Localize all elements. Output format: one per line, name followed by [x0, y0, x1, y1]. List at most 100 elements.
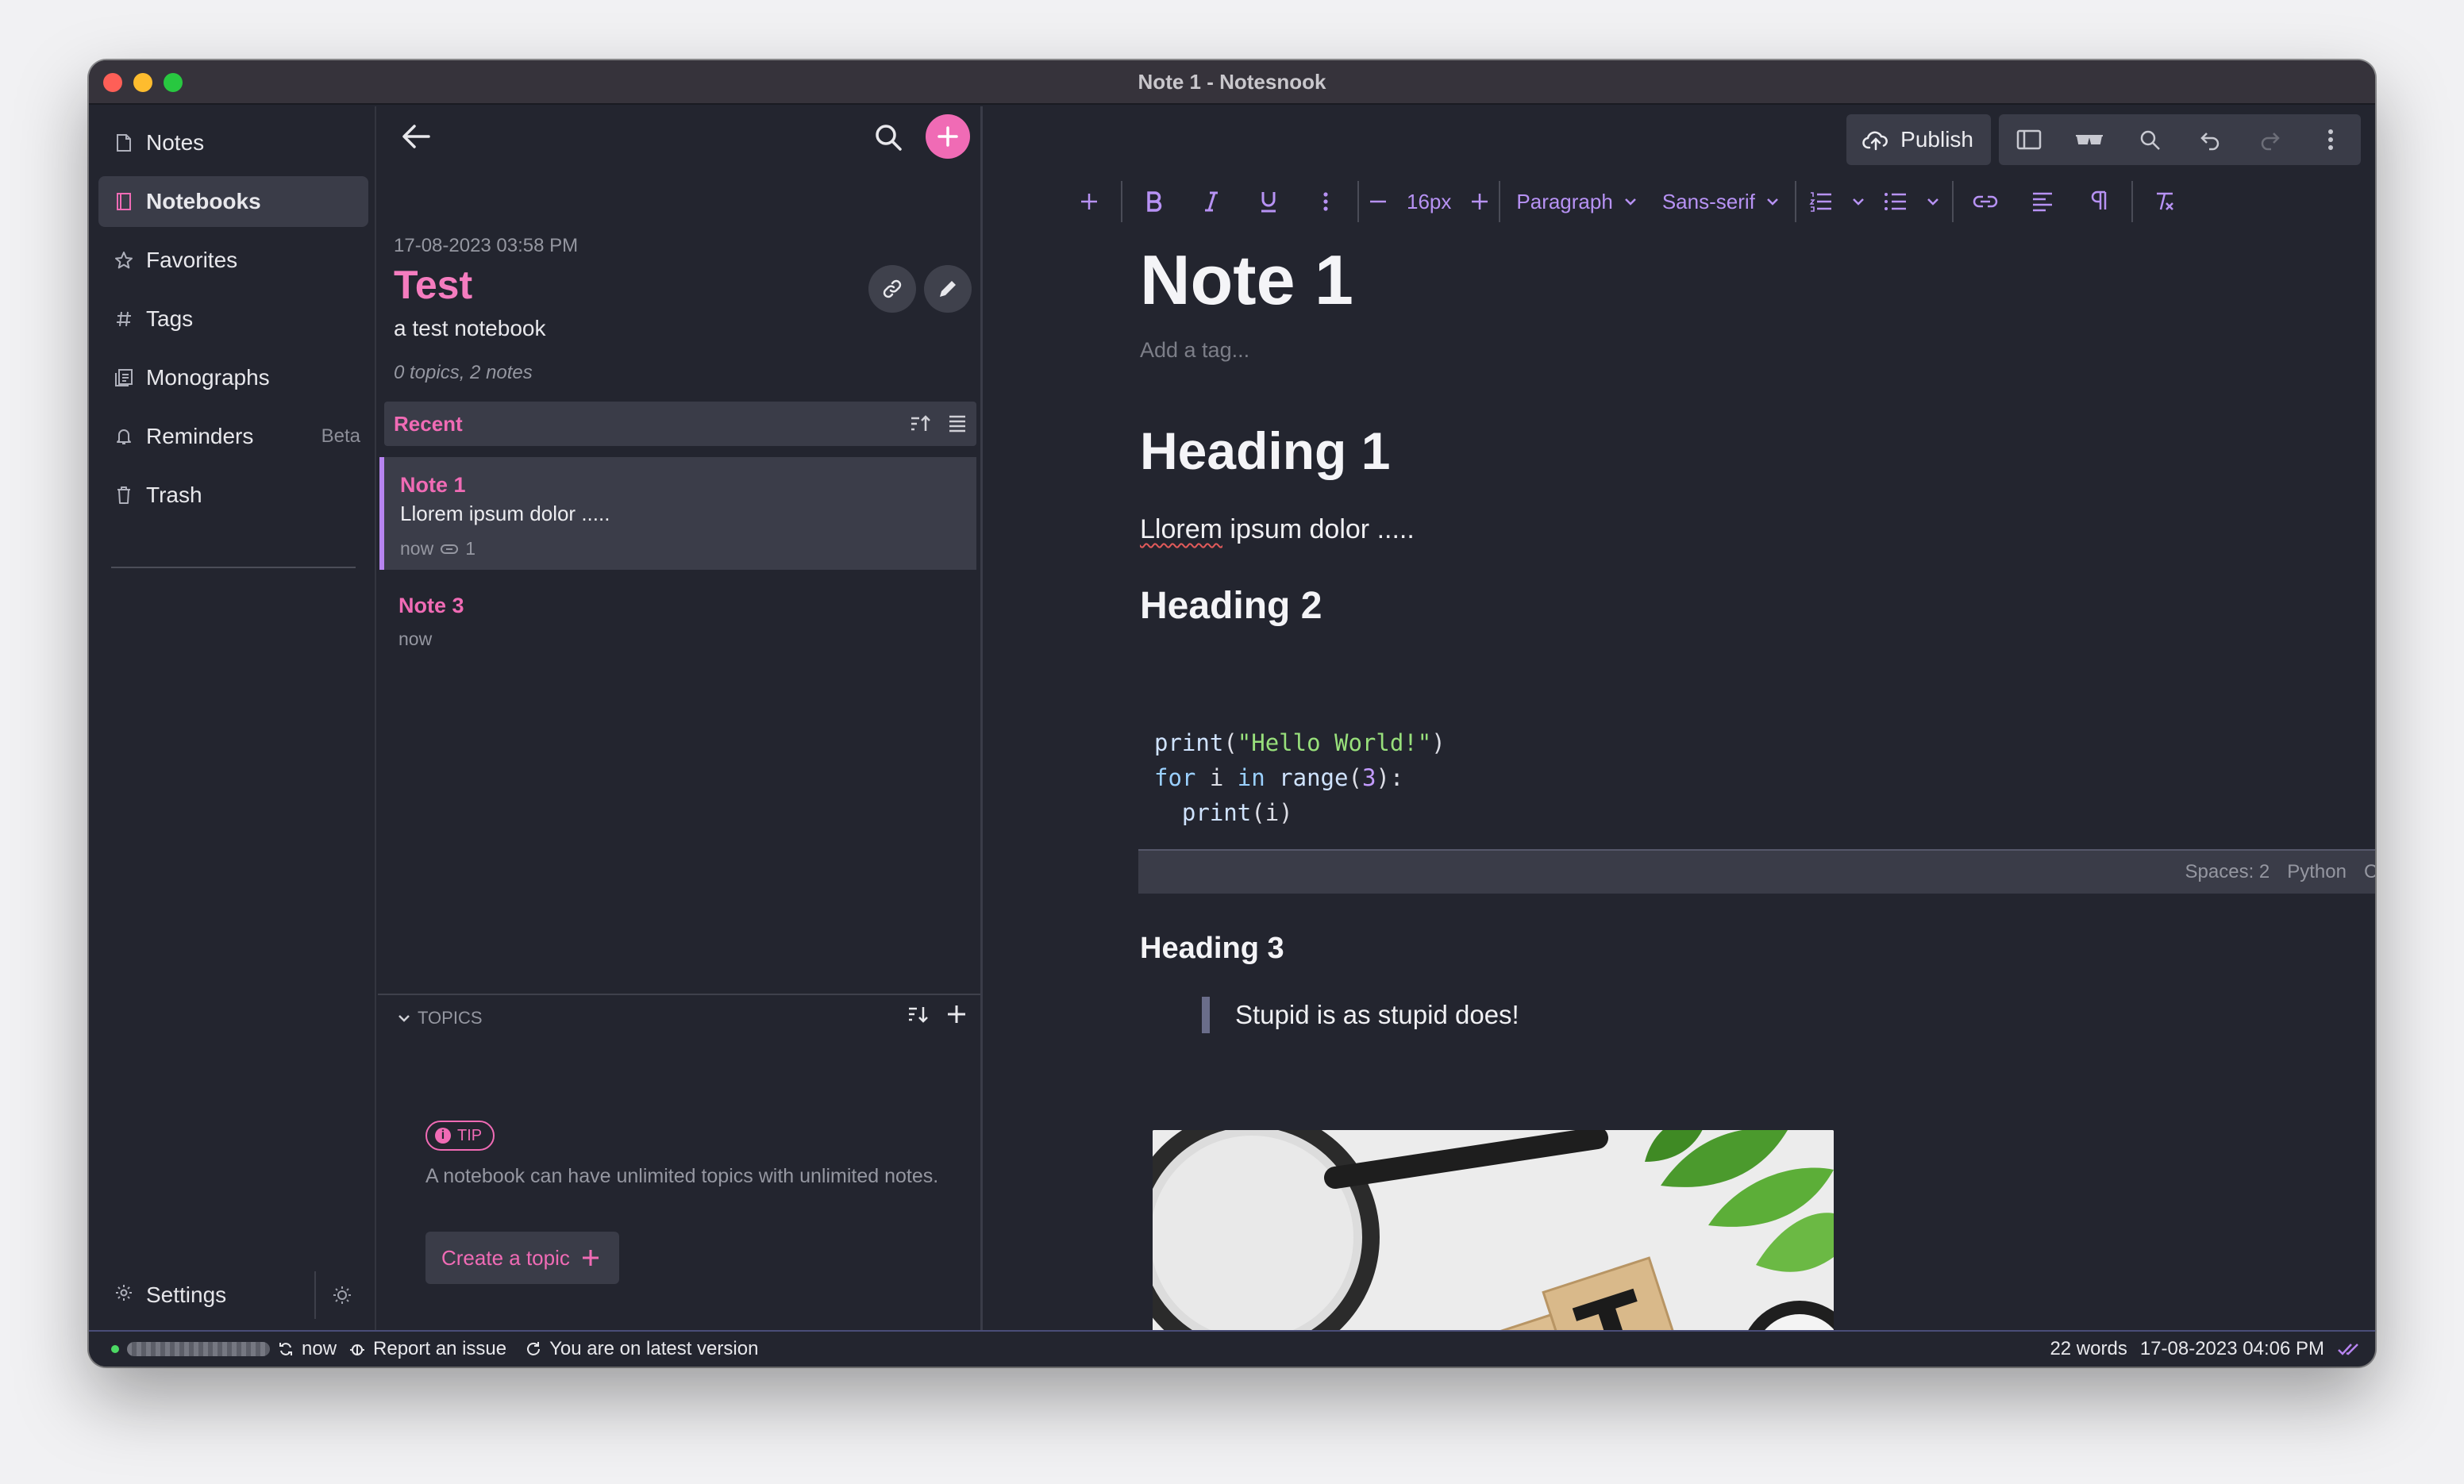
test-blocks-image: T S E: [1153, 1130, 1834, 1330]
settings-button[interactable]: Settings: [98, 1282, 314, 1308]
notes-list-panel: 17-08-2023 03:58 PM Test a test notebook…: [378, 106, 983, 1330]
toolbar-separator: [1121, 181, 1122, 222]
publish-label: Publish: [1900, 127, 1973, 152]
topics-divider: [378, 994, 980, 995]
nav-item-notes[interactable]: Notes: [98, 117, 368, 168]
nav-divider: [111, 567, 356, 568]
focus-mode-button[interactable]: [2059, 114, 2119, 165]
back-button[interactable]: [395, 116, 437, 157]
more-options-button[interactable]: [2300, 114, 2361, 165]
decrease-font-button[interactable]: [1362, 178, 1394, 225]
title-bar: Note 1 - Notesnook: [89, 60, 2375, 105]
embedded-image[interactable]: T S E: [1153, 1130, 1834, 1330]
edit-notebook-button[interactable]: [924, 265, 972, 313]
create-topic-button[interactable]: Create a topic: [425, 1232, 619, 1284]
search-button[interactable]: [868, 117, 908, 157]
code-language-selector[interactable]: Python: [2287, 861, 2347, 883]
increase-font-button[interactable]: [1464, 178, 1496, 225]
pilcrow-icon: [2091, 190, 2107, 210]
undo-button[interactable]: [2180, 114, 2240, 165]
toolbar-separator: [1951, 181, 1954, 222]
sort-icon[interactable]: [910, 413, 932, 434]
italic-button[interactable]: [1183, 178, 1240, 225]
zoom-window-button[interactable]: [164, 73, 183, 92]
add-topic-icon[interactable]: [945, 1003, 968, 1025]
recent-tools: [910, 413, 967, 434]
plus-icon: [1472, 194, 1488, 210]
note-title[interactable]: Note 1: [1140, 240, 1353, 321]
account-name-redacted: [127, 1342, 270, 1356]
more-vertical-icon: [2328, 129, 2333, 150]
link-count-icon: [441, 544, 459, 554]
more-vertical-icon: [1323, 192, 1328, 211]
font-family-dropdown[interactable]: Sans-serif: [1650, 178, 1792, 225]
publish-button[interactable]: Publish: [1846, 114, 1991, 165]
note-list-item[interactable]: Note 3 now: [379, 582, 976, 670]
find-in-note-button[interactable]: [2119, 114, 2180, 165]
nav-item-trash[interactable]: Trash: [98, 470, 368, 521]
nav-item-reminders[interactable]: Reminders Beta: [98, 411, 368, 462]
copy-code-button[interactable]: Copy: [2364, 861, 2375, 883]
nav-item-notebooks[interactable]: Notebooks: [98, 176, 368, 227]
sync-status[interactable]: now: [111, 1338, 337, 1360]
update-status[interactable]: You are on latest version: [526, 1338, 758, 1360]
topics-header-label: TOPICS: [418, 1008, 483, 1028]
note-icon: [114, 133, 133, 152]
content-blockquote[interactable]: Stupid is as stupid does!: [1202, 997, 1519, 1033]
content-heading-3[interactable]: Heading 3: [1140, 932, 1284, 966]
code-block[interactable]: print("Hello World!") for i in range(3): …: [1138, 725, 2375, 894]
note-list-item[interactable]: Note 1 Llorem ipsum dolor ..... now 1: [379, 457, 976, 570]
refresh-icon: [527, 1342, 541, 1355]
editor-top-toolbar: Publish: [1846, 114, 2361, 165]
chevron-down-icon: [1852, 198, 1864, 206]
toggle-sidebar-button[interactable]: [1999, 114, 2059, 165]
report-issue-label: Report an issue: [373, 1338, 507, 1359]
content-heading-1[interactable]: Heading 1: [1140, 421, 1390, 481]
content-heading-2[interactable]: Heading 2: [1140, 584, 1322, 628]
plus-icon: [937, 126, 958, 147]
nav-item-favorites[interactable]: Favorites: [98, 235, 368, 286]
nav-label: Tags: [146, 306, 194, 331]
numbered-list-options[interactable]: [1842, 178, 1874, 225]
content-paragraph[interactable]: Llorem ipsum dolor .....: [1140, 514, 1415, 545]
text-direction-button[interactable]: [2071, 178, 2128, 225]
toolbar-separator: [1499, 181, 1501, 222]
font-size-value: 16px: [1407, 189, 1452, 213]
minimize-window-button[interactable]: [133, 73, 152, 92]
bold-button[interactable]: [1126, 178, 1183, 225]
add-tag-input[interactable]: Add a tag...: [1140, 338, 1249, 363]
code-content[interactable]: print("Hello World!") for i in range(3): …: [1138, 725, 2375, 841]
align-left-button[interactable]: [2014, 178, 2071, 225]
tip-badge: i TIP: [425, 1121, 495, 1151]
list-view-icon[interactable]: [948, 413, 967, 433]
recent-section-header: Recent: [384, 402, 976, 446]
notebook-title: Test: [394, 263, 473, 307]
insert-link-button[interactable]: [1957, 178, 2014, 225]
nav-item-monographs[interactable]: Monographs: [98, 352, 368, 403]
navigation-sidebar: Notes Notebooks Favorites Tags Monograph…: [89, 106, 376, 1330]
topics-toggle[interactable]: TOPICS: [397, 1008, 483, 1028]
clear-formatting-button[interactable]: [2136, 178, 2193, 225]
theme-toggle-button[interactable]: [316, 1285, 368, 1305]
numbered-list-button[interactable]: [1800, 178, 1842, 225]
nav-item-tags[interactable]: Tags: [98, 294, 368, 344]
more-format-button[interactable]: [1297, 178, 1354, 225]
insert-block-button[interactable]: [1061, 178, 1118, 225]
add-note-button[interactable]: [926, 114, 970, 159]
info-icon: i: [435, 1128, 451, 1144]
redo-button[interactable]: [2240, 114, 2300, 165]
app-window: Note 1 - Notesnook Notes Notebooks Favor…: [89, 60, 2375, 1367]
notebook-icon: [114, 192, 133, 211]
code-indent-setting[interactable]: Spaces: 2: [2185, 861, 2270, 883]
close-window-button[interactable]: [103, 73, 122, 92]
bullet-list-button[interactable]: [1874, 178, 1917, 225]
report-issue-button[interactable]: Report an issue: [349, 1338, 506, 1360]
create-topic-label: Create a topic: [441, 1245, 570, 1270]
bullet-list-options[interactable]: [1917, 178, 1949, 225]
note-item-title: Note 3: [398, 594, 464, 617]
underline-button[interactable]: [1240, 178, 1297, 225]
sort-icon[interactable]: [907, 1004, 930, 1025]
block-type-dropdown[interactable]: Paragraph: [1503, 178, 1649, 225]
share-link-button[interactable]: [868, 265, 916, 313]
note-item-count: 1: [465, 538, 475, 559]
